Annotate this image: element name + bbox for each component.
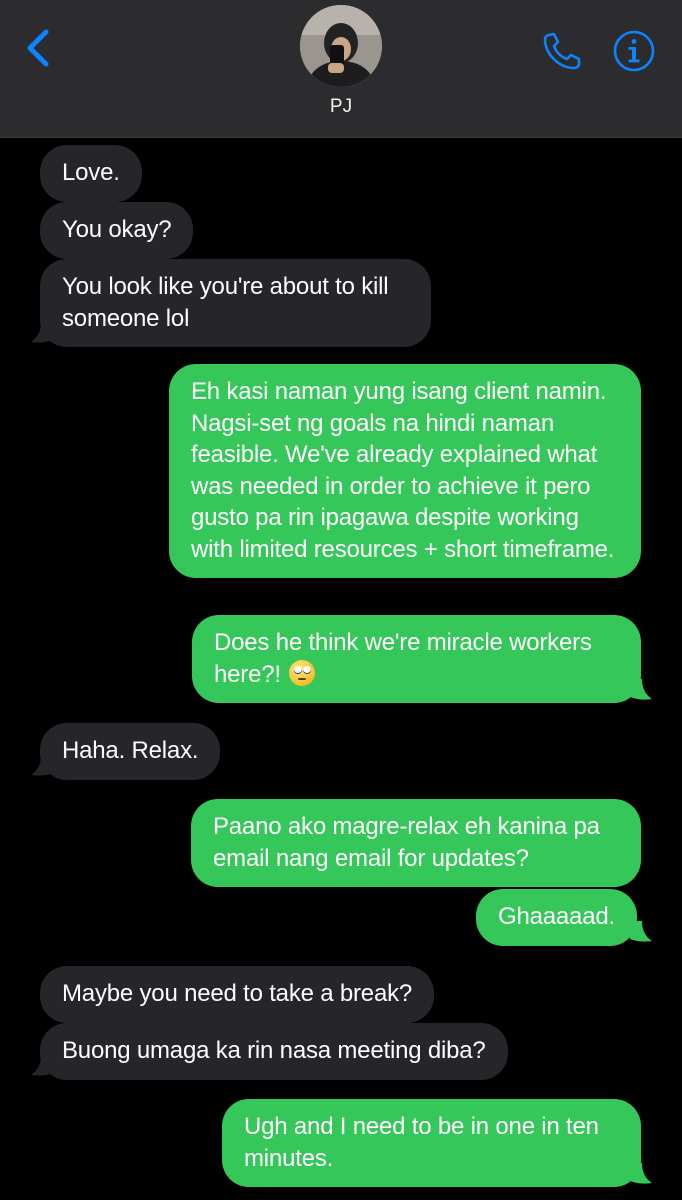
message-text: Eh kasi naman yung isang client namin. N… [191, 378, 615, 563]
chevron-left-icon [27, 29, 49, 67]
message-text: You okay? [62, 216, 172, 243]
message-text: Ghaaaaad. [498, 903, 615, 930]
face-with-rolling-eyes-icon [289, 659, 316, 686]
bubble-tail [630, 1163, 652, 1184]
message-text: Haha. Relax. [62, 737, 199, 764]
contact-photo [300, 5, 382, 87]
received-message[interactable]: Love. [40, 145, 142, 202]
info-button[interactable] [611, 28, 657, 74]
received-message[interactable]: Maybe you need to take a break? [40, 966, 435, 1023]
bubble-tail [630, 921, 652, 942]
bubble-tail [630, 679, 652, 700]
sent-message[interactable]: Ghaaaaad. [476, 889, 637, 946]
sent-message[interactable]: Ugh and I need to be in one in ten minut… [222, 1099, 641, 1187]
back-button[interactable] [18, 26, 58, 70]
message-text: Paano ako magre-relax eh kanina pa email… [213, 813, 600, 872]
contact-name[interactable]: PJ [0, 96, 682, 118]
message-text: You look like you're about to kill someo… [62, 273, 389, 332]
received-message[interactable]: Haha. Relax. [40, 723, 221, 780]
info-icon [613, 30, 655, 72]
message-text: Love. [62, 159, 120, 186]
received-message[interactable]: Buong umaga ka rin nasa meeting diba? [40, 1023, 508, 1080]
message-text: Buong umaga ka rin nasa meeting diba? [62, 1037, 486, 1064]
bubble-tail [31, 1055, 53, 1076]
conversation-header: PJ [0, 0, 682, 138]
bubble-tail [31, 322, 53, 343]
received-message[interactable]: You look like you're about to kill someo… [40, 259, 431, 347]
sent-message[interactable]: Does he think we're miracle workers here… [192, 615, 641, 703]
message-text: Does he think we're miracle workers here… [214, 629, 592, 688]
phone-icon [543, 32, 581, 70]
sent-message[interactable]: Eh kasi naman yung isang client namin. N… [169, 364, 641, 578]
bubble-tail [31, 755, 53, 776]
message-text: Ugh and I need to be in one in ten minut… [244, 1113, 599, 1172]
sent-message[interactable]: Paano ako magre-relax eh kanina pa email… [191, 799, 641, 887]
avatar[interactable] [300, 5, 382, 87]
call-button[interactable] [540, 30, 586, 74]
message-text: Maybe you need to take a break? [62, 980, 413, 1007]
received-message[interactable]: You okay? [40, 202, 194, 259]
